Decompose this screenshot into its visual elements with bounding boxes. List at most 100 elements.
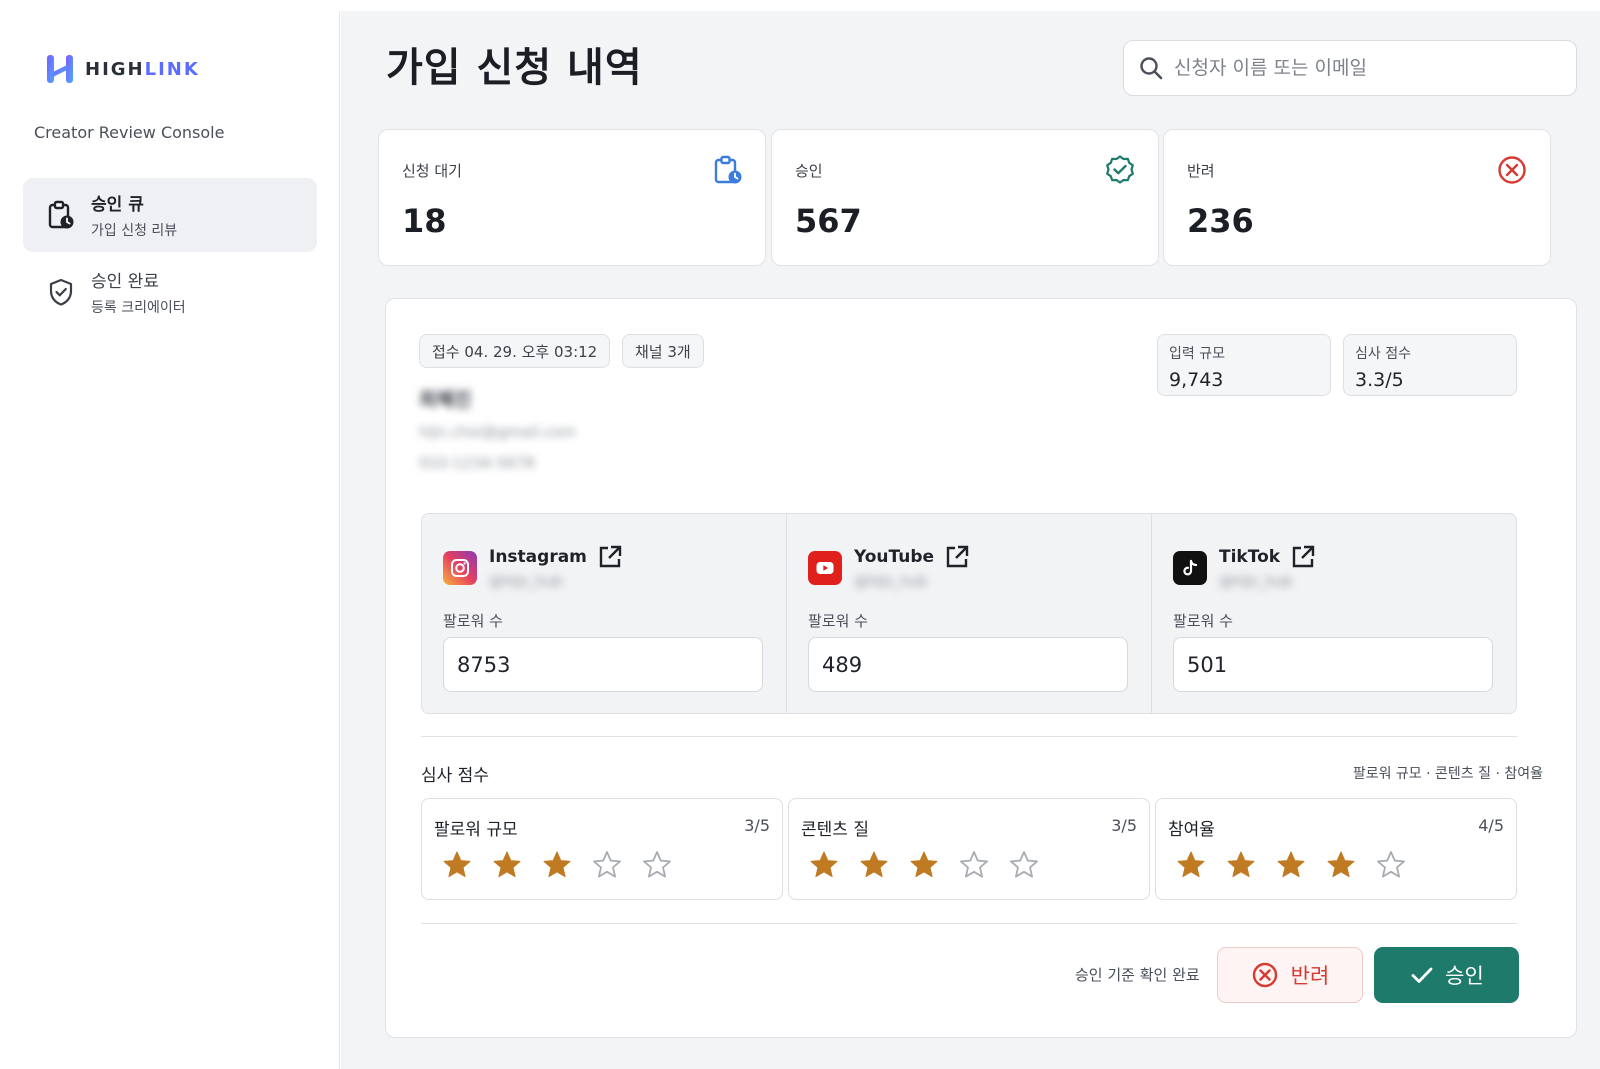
search-box[interactable] (1123, 40, 1577, 96)
stat-label: 반려 (1187, 162, 1215, 180)
followers-input[interactable] (443, 637, 763, 692)
channel-handle: @hljn_hub (854, 574, 928, 590)
approve-button[interactable]: 승인 (1374, 947, 1519, 1003)
channel-tiktok: TikTok @hljn_hub 팔로워 수 (1152, 514, 1516, 713)
star-filled-icon[interactable] (491, 849, 523, 881)
top-strip (0, 0, 1600, 11)
divider (421, 736, 1517, 737)
applicant-phone: 010-1234-5678 (419, 454, 535, 472)
score-name: 팔로워 규모 (434, 820, 518, 840)
followers-label: 팔로워 수 (443, 612, 503, 630)
channel-name-text: YouTube (854, 547, 935, 567)
sidebar-item-approval-queue[interactable]: 승인 큐 가입 신청 리뷰 (23, 178, 317, 252)
x-circle-icon (1252, 962, 1277, 988)
channel-name: YouTube (854, 544, 970, 570)
applicant-name: 최혜진 (419, 389, 472, 411)
star-empty-icon[interactable] (1008, 849, 1040, 881)
sidebar: HIGHLINK Creator Review Console 승인 큐 가입 … (0, 11, 340, 1069)
channel-youtube: YouTube @hljn_hub 팔로워 수 (787, 514, 1152, 713)
score-value: 3/5 (1111, 816, 1137, 835)
sidebar-item-sublabel: 등록 크리에이터 (91, 300, 186, 316)
metric-label: 심사 점수 (1355, 346, 1411, 362)
stat-value: 18 (402, 202, 447, 240)
star-filled-icon[interactable] (541, 849, 573, 881)
metric-label: 입력 규모 (1169, 346, 1225, 362)
star-filled-icon[interactable] (858, 849, 890, 881)
sidebar-item-label: 승인 완료 (91, 272, 159, 292)
score-name: 참여율 (1168, 820, 1215, 840)
star-empty-icon[interactable] (641, 849, 673, 881)
score-value: 3/5 (744, 816, 770, 835)
star-filled-icon[interactable] (808, 849, 840, 881)
score-value: 4/5 (1478, 816, 1504, 835)
reject-label: 반려 (1290, 964, 1330, 988)
score-card-engagement: 참여율 4/5 (1155, 798, 1517, 900)
stat-card-rejected: 반려 236 (1163, 129, 1551, 266)
channel-name: TikTok (1219, 544, 1316, 570)
channels-grid: Instagram @hljn_hub 팔로워 수 YouTube @hljn_… (421, 513, 1517, 714)
star-filled-icon[interactable] (1175, 849, 1207, 881)
stat-value: 236 (1187, 202, 1254, 240)
console-name: Creator Review Console (34, 123, 225, 142)
clipboard-clock-icon (48, 200, 74, 229)
score-name: 콘텐츠 질 (801, 820, 869, 840)
brand-logo[interactable]: HIGHLINK (45, 53, 200, 85)
metric-value: 9,743 (1169, 369, 1224, 391)
sidebar-item-sublabel: 가입 신청 리뷰 (91, 223, 178, 239)
instagram-icon (443, 551, 477, 585)
shield-check-icon (49, 278, 73, 306)
logo-text: HIGHLINK (85, 59, 200, 80)
channel-name-text: TikTok (1219, 547, 1281, 567)
followers-label: 팔로워 수 (808, 612, 868, 630)
external-link-icon[interactable] (1290, 544, 1316, 570)
clipboard-clock-icon (714, 155, 742, 184)
logo-text-link: LINK (144, 58, 200, 80)
followers-label: 팔로워 수 (1173, 612, 1233, 630)
page-title: 가입 신청 내역 (386, 45, 643, 91)
score-card-follower-scale: 팔로워 규모 3/5 (421, 798, 783, 900)
star-filled-icon[interactable] (441, 849, 473, 881)
star-empty-icon[interactable] (591, 849, 623, 881)
external-link-icon[interactable] (944, 544, 970, 570)
reject-button[interactable]: 반려 (1217, 947, 1363, 1003)
youtube-icon (808, 551, 842, 585)
stat-label: 신청 대기 (402, 162, 462, 180)
followers-input[interactable] (808, 637, 1128, 692)
sidebar-item-label: 승인 큐 (91, 195, 144, 215)
star-empty-icon[interactable] (958, 849, 990, 881)
channel-instagram: Instagram @hljn_hub 팔로워 수 (422, 514, 787, 713)
score-card-content-quality: 콘텐츠 질 3/5 (788, 798, 1150, 900)
metric-review-score: 심사 점수 3.3/5 (1343, 334, 1517, 396)
main-content: 가입 신청 내역 신청 대기 18 승인 567 반려 236 (341, 11, 1600, 1069)
star-filled-icon[interactable] (1325, 849, 1357, 881)
star-rating[interactable] (441, 849, 673, 881)
stat-card-pending: 신청 대기 18 (378, 129, 766, 266)
search-input[interactable] (1174, 57, 1554, 79)
confirm-text: 승인 기준 확인 완료 (1075, 966, 1200, 984)
stat-card-approved: 승인 567 (771, 129, 1159, 266)
channel-name: Instagram (489, 544, 623, 570)
highlink-logo-icon (47, 55, 73, 83)
tiktok-icon (1173, 551, 1207, 585)
x-circle-icon (1498, 156, 1526, 184)
star-rating[interactable] (1175, 849, 1407, 881)
star-filled-icon[interactable] (1275, 849, 1307, 881)
metric-value: 3.3/5 (1355, 369, 1404, 391)
star-empty-icon[interactable] (1375, 849, 1407, 881)
channels-chip: 채널 3개 (622, 334, 704, 368)
followers-input[interactable] (1173, 637, 1493, 692)
approve-label: 승인 (1445, 964, 1484, 988)
check-icon (1411, 967, 1433, 983)
channel-handle: @hljn_hub (489, 574, 563, 590)
star-filled-icon[interactable] (1225, 849, 1257, 881)
channel-name-text: Instagram (489, 547, 587, 567)
star-rating[interactable] (808, 849, 1040, 881)
application-panel: 접수 04. 29. 오후 03:12 채널 3개 최혜진 hljn.choi@… (385, 298, 1577, 1038)
logo-text-high: HIGH (85, 58, 145, 80)
star-filled-icon[interactable] (908, 849, 940, 881)
external-link-icon[interactable] (597, 544, 623, 570)
sidebar-item-approved[interactable]: 승인 완료 등록 크리에이터 (23, 255, 317, 329)
badge-check-icon (1106, 155, 1134, 184)
channel-handle: @hljn_hub (1219, 574, 1293, 590)
scores-criteria: 팔로워 규모 · 콘텐츠 질 · 참여율 (1352, 766, 1543, 782)
